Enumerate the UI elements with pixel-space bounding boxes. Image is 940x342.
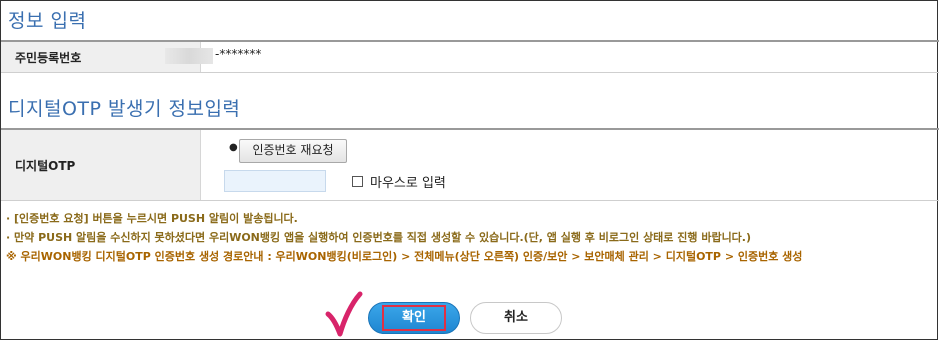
reissue-auth-code-button[interactable]: 인증번호 재요청 <box>239 139 347 163</box>
notice-item-path-guide: ※ 우리WON뱅킹 디지털OTP 인증번호 생성 경로안내 : 우리WON뱅킹(… <box>6 250 803 263</box>
mouse-input-label[interactable]: 마우스로 입력 <box>370 172 446 191</box>
otp-label: 디지털OTP <box>1 130 201 200</box>
section-title-info-input: 정보 입력 <box>8 10 87 32</box>
notice-item: · [인증번호 요청] 버튼을 누르시면 PUSH 알림이 발송됩니다. <box>6 212 298 225</box>
otp-code-input[interactable] <box>224 170 326 192</box>
checkmark-annotation-icon <box>325 291 363 337</box>
confirm-button[interactable]: 확인 <box>368 302 460 334</box>
cancel-button[interactable]: 취소 <box>470 302 562 334</box>
notice-item: · 만약 PUSH 알림을 수신하지 못하셨다면 우리WON뱅킹 앱을 실행하여… <box>6 231 752 244</box>
confirm-button-label: 확인 <box>382 305 446 331</box>
rrn-row: 주민등록번호 -******* <box>1 40 939 73</box>
rrn-masked-front <box>165 48 213 64</box>
notice-list: · [인증번호 요청] 버튼을 누르시면 PUSH 알림이 발송됩니다. · 만… <box>6 209 802 266</box>
mouse-input-checkbox[interactable] <box>352 176 363 187</box>
rrn-masked-back: -******* <box>215 47 262 61</box>
bullet-icon: ● <box>229 142 238 153</box>
section-title-otp-input: 디지털OTP 발생기 정보입력 <box>8 98 241 120</box>
otp-row: 디지털OTP ● 인증번호 재요청 마우스로 입력 <box>1 128 939 201</box>
